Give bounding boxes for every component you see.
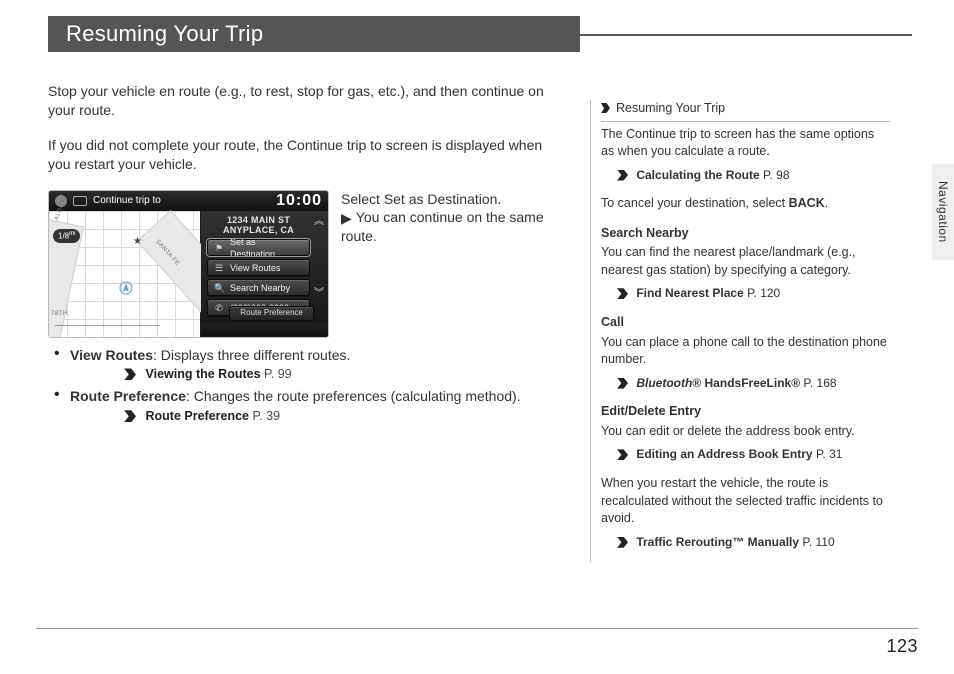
nav-topbar: Continue trip to 10:00 <box>49 191 328 211</box>
sidebar-para: The Continue trip to screen has the same… <box>601 126 890 161</box>
nav-route-preference-button[interactable]: Route Preference <box>229 306 314 321</box>
xref-icon <box>617 378 628 389</box>
main-column: Stop your vehicle en route (e.g., to res… <box>48 82 558 429</box>
intro-para-2: If you did not complete your route, the … <box>48 136 558 174</box>
sidebar-para: To cancel your destination, select BACK. <box>601 195 890 213</box>
sidebar-para: You can place a phone call to the destin… <box>601 334 890 369</box>
nav-view-routes-button[interactable]: ☰ View Routes <box>207 259 310 276</box>
nav-search-nearby-button[interactable]: 🔍 Search Nearby <box>207 279 310 296</box>
nav-destination-panel: 1234 MAIN ST ANYPLACE, CA ⚑ Set as Desti… <box>201 211 328 323</box>
sidebar-subhead: Edit/Delete Entry <box>601 403 890 421</box>
cross-reference: Editing an Address Book Entry P. 31 <box>601 446 890 463</box>
flag-icon: ⚑ <box>214 243 224 253</box>
bullet-view-routes: View Routes: Displays three different ro… <box>54 346 558 384</box>
chevron-up-icon: ︽ <box>312 217 326 227</box>
cross-reference: Viewing the Routes P. 99 <box>70 366 558 383</box>
vehicle-icon <box>119 281 133 295</box>
sidebar-heading: Resuming Your Trip <box>601 100 890 122</box>
search-icon: 🔍 <box>214 283 224 293</box>
nav-map: ALBANY SANTA FE 78TH 1/8mi ★ <box>49 211 201 337</box>
cross-reference: Bluetooth® HandsFreeLink® P. 168 <box>601 375 890 392</box>
chapter-tab-label: Navigation <box>936 181 950 243</box>
page-title: Resuming Your Trip <box>48 16 580 52</box>
cross-reference: Traffic Rerouting™ Manually P. 110 <box>601 534 890 551</box>
sidebar-para: You can find the nearest place/landmark … <box>601 244 890 279</box>
tips-sidebar: Resuming Your Trip The Continue trip to … <box>590 100 890 562</box>
map-road-label: 78TH <box>51 310 68 318</box>
map-scalebar <box>55 325 160 333</box>
nav-destination-address: 1234 MAIN ST ANYPLACE, CA <box>207 215 310 236</box>
nav-screenshot: Continue trip to 10:00 ALBANY SANTA FE 7… <box>48 190 329 338</box>
xref-icon <box>617 537 628 548</box>
cross-reference: Calculating the Route P. 98 <box>601 167 890 184</box>
title-rule <box>580 34 912 36</box>
page-number: 123 <box>886 636 918 657</box>
cross-reference: Route Preference P. 39 <box>70 408 558 425</box>
destination-icon: ★ <box>133 235 142 249</box>
xref-icon <box>617 449 628 460</box>
nav-topbar-title: Continue trip to <box>93 194 161 208</box>
xref-bluetooth-label: Bluetooth <box>636 376 692 390</box>
triangle-bullet-icon: ▶ <box>341 209 352 228</box>
xref-icon <box>617 288 628 299</box>
intro-para-1: Stop your vehicle en route (e.g., to res… <box>48 82 558 120</box>
screenshot-with-instruction: Continue trip to 10:00 ALBANY SANTA FE 7… <box>48 190 558 338</box>
sidebar-para: When you restart the vehicle, the route … <box>601 475 890 528</box>
status-icon <box>73 196 87 206</box>
cross-reference: Find Nearest Place P. 120 <box>601 285 890 302</box>
nav-clock: 10:00 <box>276 190 322 212</box>
xref-icon <box>124 368 136 380</box>
map-scale: 1/8mi <box>53 229 80 243</box>
nav-set-destination-button[interactable]: ⚑ Set as Destination <box>207 239 310 256</box>
nav-scroll-indicator[interactable]: ︽ ︾ <box>312 217 326 299</box>
title-bar: Resuming Your Trip <box>48 16 580 52</box>
chevron-down-icon: ︾ <box>312 289 326 299</box>
manual-page: Navigation Resuming Your Trip Stop your … <box>0 0 954 674</box>
chapter-tab: Navigation <box>932 164 954 260</box>
sidebar-subhead: Search Nearby <box>601 225 890 243</box>
routes-icon: ☰ <box>214 263 224 273</box>
bullet-route-preference: Route Preference: Changes the route pref… <box>54 387 558 425</box>
xref-icon <box>124 410 136 422</box>
sidebar-subhead: Call <box>601 314 890 332</box>
xref-icon <box>617 170 628 181</box>
sidebar-para: You can edit or delete the address book … <box>601 423 890 441</box>
feature-bullets: View Routes: Displays three different ro… <box>54 346 558 426</box>
footer-rule <box>36 628 918 629</box>
instruction-text: Select Set as Destination. ▶You can cont… <box>341 190 558 247</box>
